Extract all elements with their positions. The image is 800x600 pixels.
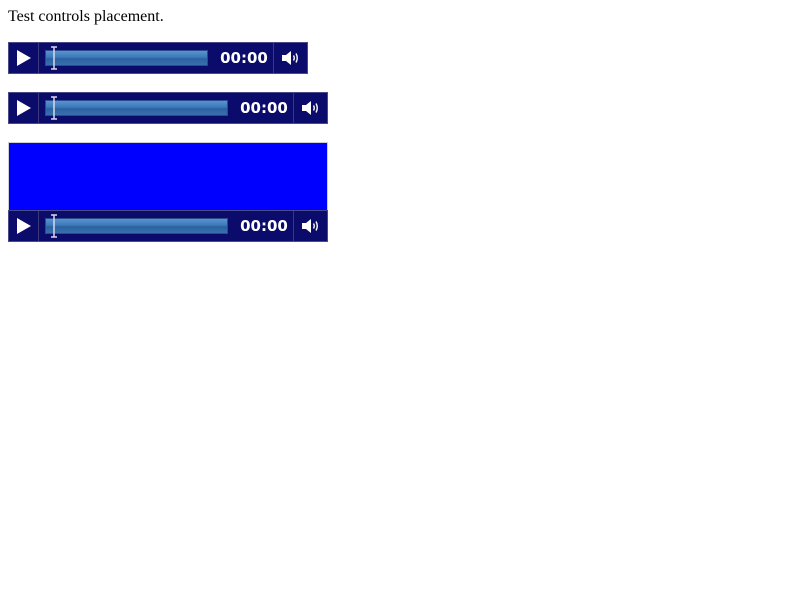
page-heading: Test controls placement. [8, 8, 164, 25]
play-button[interactable] [9, 93, 39, 123]
play-icon [16, 50, 31, 66]
timeline-slider[interactable] [45, 218, 228, 234]
timeline-thumb[interactable] [51, 96, 57, 120]
speaker-volume-icon [301, 101, 318, 115]
play-button[interactable] [9, 211, 39, 241]
volume-button[interactable] [273, 43, 307, 73]
speaker-volume-icon [301, 219, 318, 233]
timeline-thumb-icon [51, 96, 57, 120]
volume-button[interactable] [293, 93, 327, 123]
timeline-slider[interactable] [45, 50, 208, 66]
speaker-volume-icon [281, 51, 298, 65]
play-icon [16, 100, 31, 116]
volume-button[interactable] [293, 211, 327, 241]
current-time-display: 00:00 [220, 49, 268, 67]
timeline-thumb-icon [51, 46, 57, 70]
timeline-thumb[interactable] [51, 46, 57, 70]
current-time-display: 00:00 [240, 217, 288, 235]
timeline-thumb[interactable] [51, 214, 57, 238]
play-button[interactable] [9, 43, 39, 73]
timeline-slider[interactable] [45, 100, 228, 116]
media-controls-3: 00:00 [8, 210, 328, 242]
play-icon [16, 218, 31, 234]
timeline-thumb-icon [51, 214, 57, 238]
media-controls-1: 00:00 [8, 42, 308, 74]
media-controls-2: 00:00 [8, 92, 328, 124]
current-time-display: 00:00 [240, 99, 288, 117]
